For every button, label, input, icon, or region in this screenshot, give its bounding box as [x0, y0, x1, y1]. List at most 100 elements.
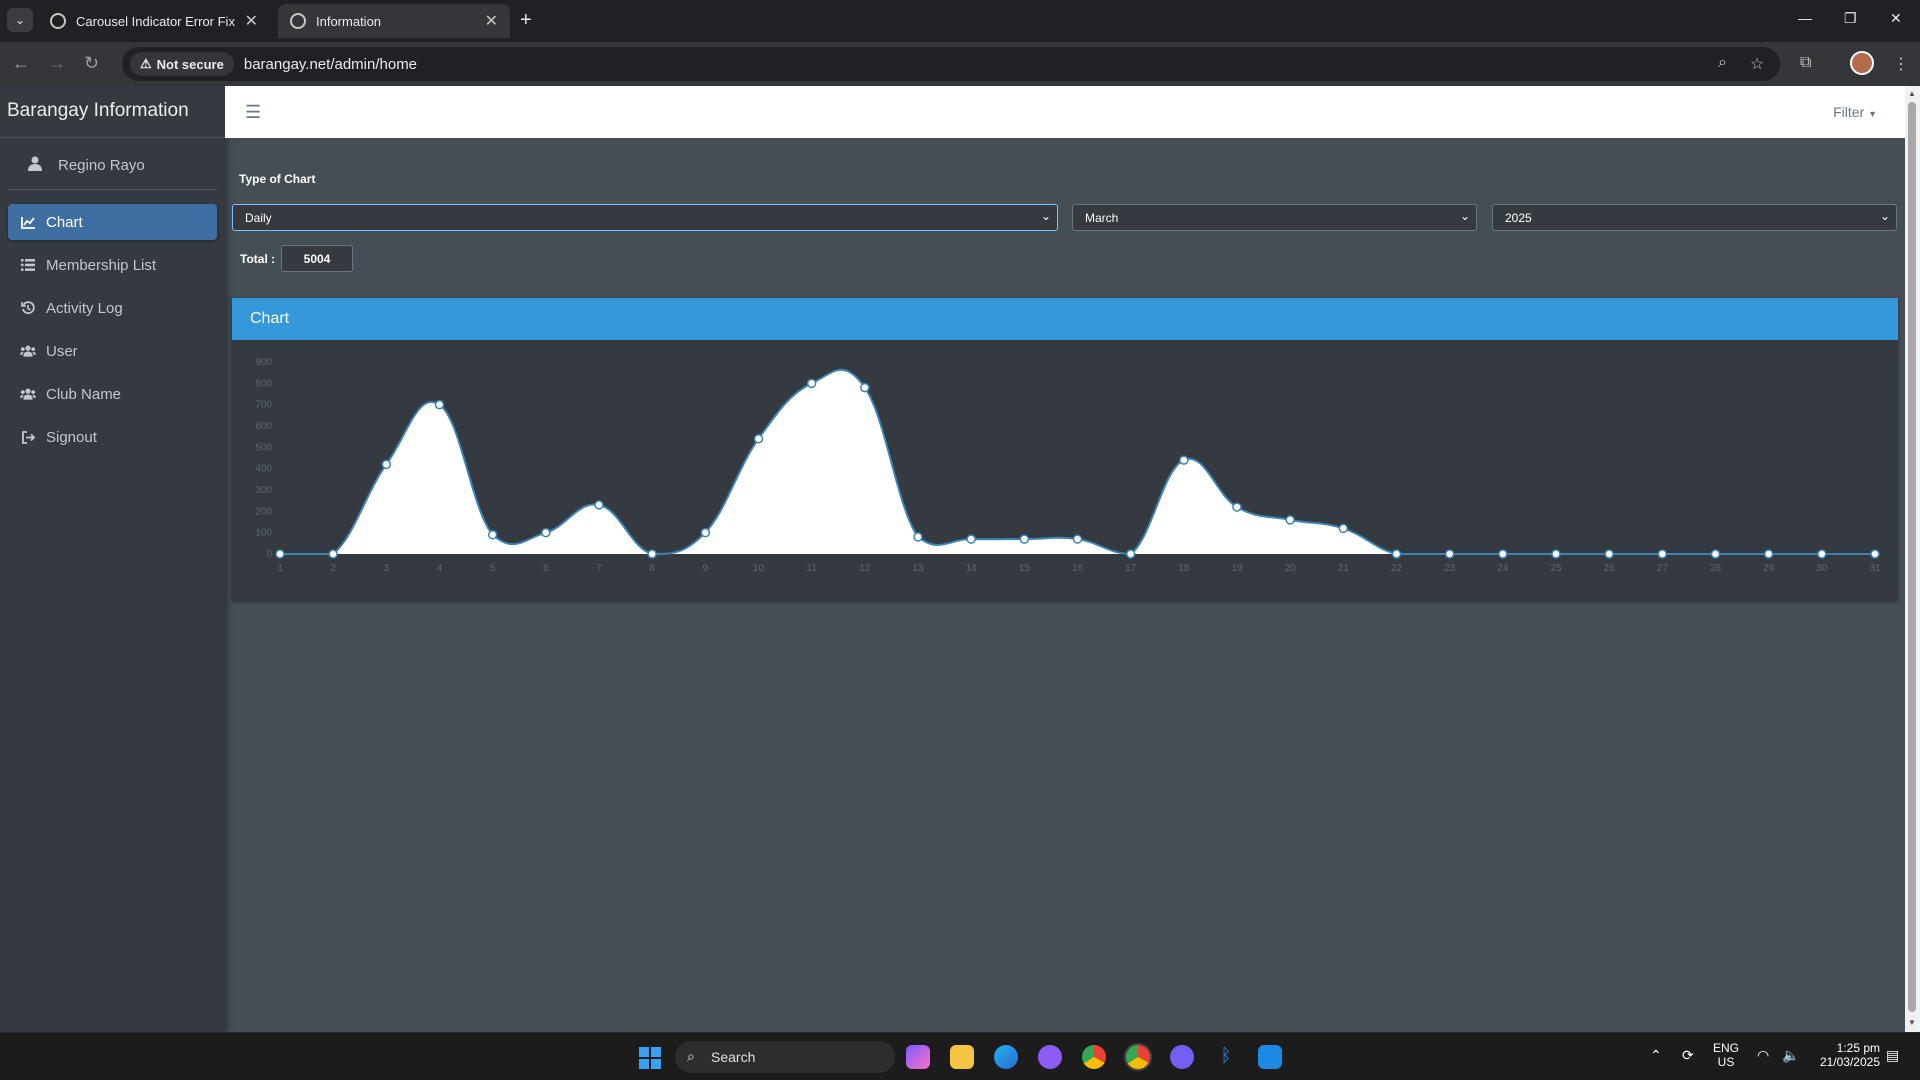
tab-favicon-icon: [50, 13, 66, 29]
extensions-icon[interactable]: ⧉: [1800, 54, 1811, 72]
sidebar-item-user[interactable]: User: [8, 333, 217, 369]
data-point[interactable]: [487, 530, 498, 540]
scroll-up-icon[interactable]: ▲: [1908, 89, 1916, 98]
data-point[interactable]: [1444, 549, 1455, 559]
wifi-icon[interactable]: ◠: [1757, 1047, 1769, 1064]
url-text[interactable]: barangay.net/admin/home: [244, 56, 417, 73]
vscode-icon[interactable]: [1258, 1045, 1282, 1069]
profile-avatar[interactable]: [1850, 51, 1874, 75]
data-point[interactable]: [1763, 549, 1774, 559]
clock[interactable]: 1:25 pm 21/03/2025: [1810, 1041, 1880, 1069]
sidebar-item-chart[interactable]: Chart: [8, 204, 217, 240]
notification-icon[interactable]: ▤: [1886, 1047, 1899, 1064]
data-point[interactable]: [1179, 455, 1189, 465]
edge-icon[interactable]: [994, 1045, 1018, 1069]
data-point[interactable]: [1498, 549, 1508, 559]
address-bar[interactable]: ⚠ Not secure barangay.net/admin/home: [122, 47, 1780, 81]
sidebar-item-club-name[interactable]: Club Name: [8, 376, 217, 412]
close-icon[interactable]: ✕: [245, 11, 258, 31]
sidebar-item-signout[interactable]: Signout: [8, 419, 217, 455]
volume-icon[interactable]: 🔈: [1782, 1047, 1799, 1064]
x-tick-label: 11: [806, 563, 817, 574]
data-point[interactable]: [1125, 549, 1136, 559]
data-point[interactable]: [1285, 515, 1295, 525]
brand-title[interactable]: Barangay Information: [0, 86, 225, 138]
chrome-icon[interactable]: [1082, 1045, 1106, 1069]
sidebar-item-label: Membership List: [46, 256, 157, 274]
taskbar-search[interactable]: ⌕ Search: [675, 1041, 895, 1073]
data-point[interactable]: [1604, 549, 1614, 559]
data-point[interactable]: [1391, 549, 1402, 559]
data-point[interactable]: [700, 527, 711, 538]
data-point[interactable]: [328, 549, 338, 559]
menu-dots-icon[interactable]: ⋮: [1893, 54, 1909, 74]
data-point[interactable]: [1072, 534, 1083, 544]
data-point[interactable]: [1232, 502, 1242, 512]
data-point[interactable]: [806, 378, 817, 389]
chrome-active-icon[interactable]: [1126, 1045, 1150, 1069]
github-desktop-icon[interactable]: [1038, 1045, 1062, 1069]
data-point[interactable]: [1710, 549, 1721, 559]
year-select[interactable]: 2025 ⌄: [1492, 204, 1897, 231]
data-point[interactable]: [1551, 549, 1561, 559]
hamburger-menu-icon[interactable]: ☰: [245, 102, 261, 123]
card-title: Chart: [232, 298, 1898, 340]
minimize-icon[interactable]: —: [1798, 10, 1812, 26]
zoom-icon[interactable]: ⌕: [1718, 54, 1727, 72]
y-tick-label: 900: [255, 357, 272, 368]
scroll-down-icon[interactable]: ▼: [1908, 1018, 1916, 1027]
data-point[interactable]: [275, 549, 285, 559]
x-tick-label: 31: [1869, 563, 1881, 574]
data-point[interactable]: [1817, 549, 1827, 559]
x-tick-label: 1: [277, 563, 283, 574]
x-tick-label: 7: [596, 563, 602, 574]
y-tick-label: 600: [255, 421, 272, 432]
data-point[interactable]: [434, 399, 445, 410]
language-indicator[interactable]: ENG US: [1713, 1041, 1739, 1069]
reload-icon[interactable]: ↻: [84, 53, 99, 74]
tab-carousel[interactable]: Carousel Indicator Error Fix ✕: [38, 4, 270, 38]
data-point[interactable]: [966, 534, 976, 544]
data-point[interactable]: [1657, 549, 1668, 559]
tab-information[interactable]: Information ✕: [278, 4, 510, 38]
sidebar-item-label: Activity Log: [46, 299, 123, 317]
data-point[interactable]: [1019, 534, 1030, 544]
file-explorer-icon[interactable]: [950, 1045, 974, 1069]
user-panel[interactable]: Regino Rayo: [8, 138, 217, 190]
clock-time: 1:25 pm: [1836, 1041, 1880, 1055]
tab-search-button[interactable]: ⌄: [7, 8, 33, 32]
viber-icon[interactable]: [1170, 1045, 1194, 1069]
chart-type-select[interactable]: Daily ⌄: [232, 204, 1058, 231]
tab-title: Carousel Indicator Error Fix: [76, 13, 235, 29]
close-icon[interactable]: ✕: [485, 11, 498, 31]
page-scrollbar[interactable]: ▲ ▼: [1905, 86, 1920, 1032]
x-tick-label: 20: [1285, 563, 1297, 574]
data-point[interactable]: [1870, 549, 1880, 559]
back-icon[interactable]: ←: [12, 53, 30, 74]
chevron-up-icon[interactable]: ⌃: [1650, 1047, 1662, 1064]
new-tab-icon[interactable]: +: [520, 9, 532, 32]
sidebar-item-activity-log[interactable]: Activity Log: [8, 290, 217, 326]
data-point[interactable]: [1338, 523, 1349, 534]
data-point[interactable]: [381, 459, 392, 470]
data-point[interactable]: [913, 532, 923, 542]
windows-start-icon[interactable]: [639, 1047, 661, 1069]
copilot-icon[interactable]: [906, 1045, 930, 1069]
sidebar-item-membership-list[interactable]: Membership List: [8, 247, 217, 283]
security-chip[interactable]: ⚠ Not secure: [130, 52, 234, 76]
month-select[interactable]: March ⌄: [1072, 204, 1477, 231]
x-tick-label: 24: [1497, 563, 1509, 574]
forward-icon[interactable]: →: [48, 53, 66, 74]
bookmark-star-icon[interactable]: ☆: [1750, 54, 1764, 74]
close-window-icon[interactable]: ✕: [1890, 10, 1902, 27]
restore-icon[interactable]: ❐: [1844, 10, 1857, 27]
data-point[interactable]: [647, 549, 657, 559]
data-point[interactable]: [753, 434, 764, 444]
data-point[interactable]: [594, 500, 604, 510]
bluetooth-icon[interactable]: ᛒ: [1214, 1045, 1238, 1069]
sync-icon[interactable]: ⟳: [1682, 1047, 1694, 1064]
data-point[interactable]: [541, 527, 551, 538]
filter-dropdown[interactable]: Filter ▼: [1833, 104, 1877, 120]
scrollbar-thumb[interactable]: [1908, 102, 1916, 1012]
data-point[interactable]: [860, 382, 870, 393]
